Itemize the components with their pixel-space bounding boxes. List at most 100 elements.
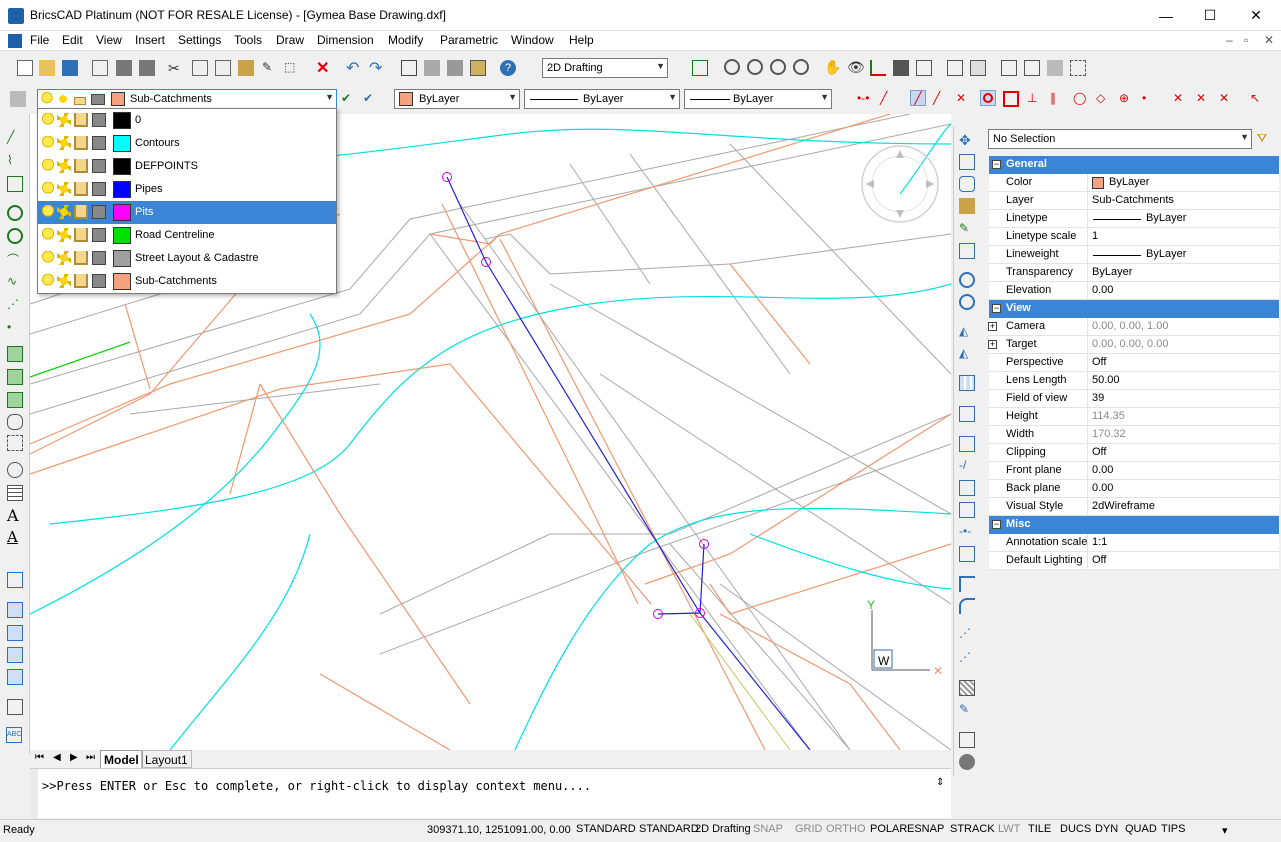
property-value[interactable]: Off bbox=[1092, 446, 1106, 458]
regen-icon[interactable] bbox=[692, 60, 708, 76]
table-icon[interactable] bbox=[7, 485, 23, 501]
cut-icon[interactable]: ✂ bbox=[168, 60, 184, 76]
menu-tools[interactable]: Tools bbox=[234, 33, 262, 47]
property-row[interactable]: + Camera 0.00, 0.00, 1.00 bbox=[988, 318, 1279, 336]
mtext-icon[interactable]: A bbox=[7, 506, 23, 525]
printer-icon[interactable] bbox=[92, 113, 106, 127]
undo-icon[interactable]: ↶ bbox=[346, 58, 362, 77]
bulb-icon[interactable] bbox=[41, 182, 55, 196]
text-icon[interactable]: A bbox=[7, 528, 23, 546]
eyedropper-icon[interactable]: ✎ bbox=[959, 221, 975, 237]
named-views-icon[interactable] bbox=[916, 60, 932, 76]
quick-select-icon[interactable]: ⛛ bbox=[1257, 131, 1273, 147]
status-toggle[interactable]: ORTHO bbox=[826, 823, 866, 835]
unlock-icon[interactable] bbox=[74, 274, 88, 288]
expand-icon[interactable]: + bbox=[988, 322, 997, 331]
rotate-icon[interactable] bbox=[959, 272, 975, 288]
pick-icon[interactable]: ✎ bbox=[262, 60, 278, 76]
unlock-icon[interactable] bbox=[74, 228, 88, 242]
property-value[interactable]: ByLayer bbox=[1109, 176, 1149, 188]
collapse-icon[interactable]: − bbox=[992, 160, 1001, 169]
3d-solid-icon[interactable] bbox=[959, 732, 975, 748]
collapse-icon[interactable]: − bbox=[992, 520, 1001, 529]
minimize-button[interactable]: — bbox=[1143, 0, 1189, 31]
property-value[interactable]: 170.32 bbox=[1092, 428, 1126, 440]
property-row[interactable]: Transparency ByLayer bbox=[989, 264, 1279, 282]
unlock-icon[interactable] bbox=[74, 182, 88, 196]
linetype-select[interactable]: ByLayer ▼ bbox=[524, 89, 680, 109]
lineweight-select[interactable]: ByLayer ▼ bbox=[684, 89, 832, 109]
save-icon[interactable] bbox=[62, 60, 78, 76]
pan-icon[interactable]: ✋ bbox=[824, 59, 841, 75]
unlock-icon[interactable] bbox=[74, 159, 88, 173]
selection-select[interactable]: No Selection ▼ bbox=[988, 129, 1252, 149]
unlock-icon[interactable] bbox=[74, 113, 88, 127]
sun-icon[interactable] bbox=[57, 251, 71, 265]
wipeout-icon[interactable] bbox=[7, 435, 23, 451]
printer-icon[interactable] bbox=[92, 274, 106, 288]
snap-quadrant-icon[interactable] bbox=[1003, 91, 1019, 107]
printer-icon[interactable] bbox=[92, 251, 106, 265]
layer-color-swatch[interactable] bbox=[113, 181, 131, 198]
property-value[interactable]: 50.00 bbox=[1092, 374, 1120, 386]
property-row[interactable]: Height 114.35 bbox=[989, 408, 1279, 426]
doc-minimize-icon[interactable]: – bbox=[1226, 33, 1233, 47]
boundary-icon[interactable] bbox=[7, 392, 23, 408]
circle-center-icon[interactable] bbox=[7, 228, 23, 244]
sun-icon[interactable] bbox=[57, 228, 71, 242]
menu-dimension[interactable]: Dimension bbox=[317, 33, 374, 47]
status-toggle[interactable]: GRID bbox=[795, 823, 823, 835]
divide-icon[interactable]: ⋰ bbox=[959, 650, 975, 666]
layer-color-swatch[interactable] bbox=[113, 227, 131, 244]
status-toggle[interactable]: DYN bbox=[1095, 823, 1118, 835]
property-row[interactable]: Back plane 0.00 bbox=[989, 480, 1279, 498]
status-toggle[interactable]: ESNAP bbox=[907, 823, 944, 835]
drawing-explorer-icon[interactable] bbox=[401, 60, 417, 76]
layer-prev-icon[interactable]: ✔ bbox=[341, 91, 357, 107]
property-section-header[interactable]: − View bbox=[989, 300, 1279, 318]
viewport-icon[interactable] bbox=[970, 60, 986, 76]
edit-pline-icon[interactable] bbox=[959, 546, 975, 562]
status-toggle[interactable]: POLAR bbox=[870, 823, 907, 835]
property-value[interactable]: 1 bbox=[1092, 230, 1098, 242]
doc-close-icon[interactable]: ✕ bbox=[1264, 33, 1274, 47]
sun-icon[interactable] bbox=[57, 182, 71, 196]
workspace-select[interactable]: 2D Drafting ▼ bbox=[542, 58, 668, 78]
property-value[interactable]: 0.00, 0.00, 1.00 bbox=[1092, 320, 1168, 332]
printer-icon[interactable] bbox=[92, 159, 106, 173]
property-value[interactable]: 114.35 bbox=[1092, 410, 1125, 422]
break-icon[interactable] bbox=[959, 502, 975, 518]
property-row[interactable]: Clipping Off bbox=[989, 444, 1279, 462]
join-icon[interactable]: -•- bbox=[959, 524, 975, 540]
delete-icon[interactable]: ✕ bbox=[316, 58, 332, 77]
property-value[interactable]: 0.00 bbox=[1092, 482, 1113, 494]
open-icon[interactable] bbox=[39, 60, 55, 76]
sun-icon[interactable] bbox=[57, 113, 71, 127]
property-value[interactable]: ByLayer bbox=[1146, 248, 1186, 260]
print-preview-icon[interactable] bbox=[92, 60, 108, 76]
property-row[interactable]: Linetype scale 1 bbox=[989, 228, 1279, 246]
layer-color-swatch[interactable] bbox=[113, 112, 131, 129]
region-icon[interactable] bbox=[7, 414, 23, 430]
fillet-icon[interactable] bbox=[959, 598, 975, 614]
arc-icon[interactable]: ⌒ bbox=[7, 251, 23, 267]
snap-circle-icon[interactable] bbox=[980, 90, 996, 106]
rectangle-icon[interactable] bbox=[7, 176, 23, 192]
sun-icon[interactable] bbox=[57, 136, 71, 150]
array-modify-icon[interactable] bbox=[959, 375, 975, 391]
tab-model[interactable]: Model bbox=[100, 750, 143, 768]
property-value[interactable]: ByLayer bbox=[1092, 266, 1132, 278]
tile-icon[interactable] bbox=[1001, 60, 1017, 76]
snap-nearest-icon[interactable]: ◇ bbox=[1096, 91, 1112, 107]
layers-icon[interactable] bbox=[424, 60, 440, 76]
menu-draw[interactable]: Draw bbox=[276, 33, 304, 47]
property-value[interactable]: 0.00 bbox=[1092, 464, 1113, 476]
snap-node-icon[interactable]: ╱ bbox=[933, 91, 949, 107]
property-value[interactable]: 0.00 bbox=[1092, 284, 1113, 296]
select-icon[interactable]: ⬚ bbox=[284, 60, 300, 76]
zoom-extents-icon[interactable] bbox=[793, 59, 809, 75]
chamfer-icon[interactable] bbox=[959, 576, 975, 592]
paste-icon[interactable] bbox=[215, 60, 231, 76]
layer-list-item[interactable]: Pipes bbox=[38, 178, 336, 201]
property-row[interactable]: Annotation scale 1:1 bbox=[989, 534, 1279, 552]
